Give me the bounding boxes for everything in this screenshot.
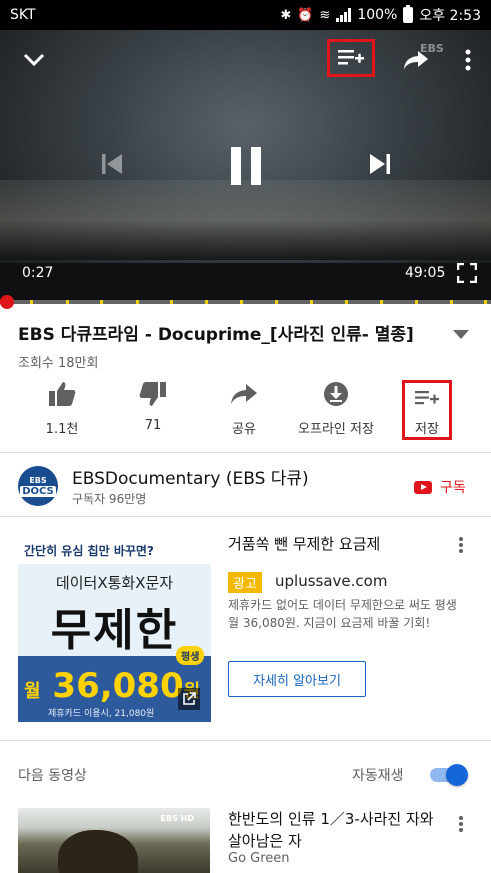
status-bar: SKT ✱ ⏰ ≋ 100% 오후 2:53 (0, 0, 491, 30)
dislike-button[interactable]: 71 (103, 378, 203, 433)
bluetooth-icon: ✱ (280, 7, 292, 23)
ad-image-price: 월 36,080원 (24, 666, 200, 706)
ad-marker (100, 300, 103, 304)
previous-icon[interactable] (96, 148, 128, 180)
video-title[interactable]: EBS 다큐프라임 - Docuprime_[사라진 인류- 멸종] (18, 320, 438, 345)
ad-marker (484, 300, 487, 304)
youtube-play-icon (414, 480, 432, 494)
ad-domain: uplussave.com (275, 572, 388, 590)
more-options-icon[interactable] (456, 44, 480, 76)
ad-marker (310, 300, 313, 304)
ad-image[interactable]: 간단히 유심 칩만 바꾸면? 데이터X통화X문자 무제한 평생 월 36,080… (18, 534, 211, 722)
ad-marker (240, 300, 243, 304)
status-icons: ✱ ⏰ ≋ 100% 오후 2:53 (280, 5, 481, 25)
clock: 오후 2:53 (419, 8, 481, 24)
ad-marker (380, 300, 383, 304)
ad-marker (30, 300, 33, 304)
save-label: 저장 (415, 422, 439, 437)
thumbnail-tag: EBS HD (160, 814, 194, 823)
offline-save-label: 오프라인 저장 (298, 422, 374, 437)
next-video-title[interactable]: 한반도의 인류 1／3-사라진 자와 살아남은 자 (228, 808, 448, 852)
external-link-icon[interactable] (178, 688, 200, 710)
current-time: 0:27 (22, 265, 54, 281)
up-next-label: 다음 동영상 (18, 768, 87, 784)
pause-button[interactable] (222, 140, 270, 192)
share-icon[interactable] (400, 44, 432, 76)
alarm-icon: ⏰ (297, 7, 314, 23)
minimize-chevron-icon[interactable] (18, 44, 50, 76)
video-player[interactable]: EBS 0:27 49:05 (0, 30, 491, 303)
save-to-playlist-button[interactable]: 저장 (402, 380, 452, 440)
action-row: 1.1천 71 공유 오프라인 저장 저장 (0, 378, 491, 448)
next-video-channel: Go Green (228, 851, 290, 866)
next-icon[interactable] (364, 148, 396, 180)
fullscreen-icon[interactable] (454, 260, 480, 286)
share-label: 공유 (232, 422, 256, 437)
like-count: 1.1천 (45, 422, 79, 437)
share-button[interactable]: 공유 (194, 378, 294, 437)
carrier-label: SKT (10, 7, 36, 23)
ad-image-sub: 데이터X통화X문자 (55, 574, 174, 592)
ad-marker (205, 300, 208, 304)
ad-marker (415, 300, 418, 304)
like-button[interactable]: 1.1천 (12, 378, 112, 437)
thumbnail-figure (58, 830, 138, 873)
divider (0, 452, 491, 453)
ad-title[interactable]: 거품쏙 뺀 무제한 요금제 (228, 533, 380, 554)
playlist-add-icon (415, 390, 439, 404)
battery-percent: 100% (357, 7, 398, 23)
next-video-more-options-icon[interactable] (458, 815, 474, 835)
ad-image-fine-print: 제휴카드 이용시, 21,080원 (48, 709, 155, 719)
subscribe-button[interactable]: 구독 (414, 477, 466, 497)
download-icon (324, 382, 348, 406)
dislike-count: 71 (144, 418, 162, 433)
ad-marker (450, 300, 453, 304)
ad-more-options-icon[interactable] (458, 536, 474, 556)
autoplay-toggle[interactable] (430, 764, 468, 786)
ad-marker (66, 300, 69, 304)
pause-icon (231, 147, 261, 185)
video-frame-sky (0, 180, 491, 260)
subscriber-count: 구독자 96만명 (72, 492, 147, 506)
duration: 49:05 (405, 265, 446, 281)
ad-description: 제휴카드 없어도 데이터 무제한으로 써도 평생 월 36,080원. 지금이 … (228, 598, 457, 630)
playlist-add-icon (338, 50, 364, 65)
ad-marker (170, 300, 173, 304)
add-to-playlist-button[interactable] (327, 39, 375, 77)
thumbs-down-icon (139, 382, 166, 406)
battery-icon (403, 5, 414, 23)
ad-marker (345, 300, 348, 304)
ad-learn-more-button[interactable]: 자세히 알아보기 (228, 661, 366, 697)
autoplay-toggle-thumb (446, 764, 468, 786)
thumbs-up-icon (49, 382, 76, 406)
seek-bar-handle[interactable] (0, 295, 14, 309)
ad-image-headline: 간단히 유심 칩만 바꾸면? (24, 544, 154, 558)
share-arrow-icon (231, 384, 257, 404)
next-video-thumbnail[interactable]: EBS HD (18, 808, 210, 873)
channel-avatar[interactable]: EBS DOCS (18, 466, 58, 506)
ad-badge: 광고 (228, 572, 262, 593)
ad-image-pill: 평생 (176, 646, 205, 665)
ad-marker (275, 300, 278, 304)
wifi-icon: ≋ (319, 7, 331, 23)
expand-description-icon[interactable] (452, 325, 472, 339)
signal-icon (336, 8, 352, 22)
ad-marker (136, 300, 139, 304)
view-count: 조회수 18만회 (18, 356, 99, 371)
offline-save-button[interactable]: 오프라인 저장 (286, 378, 386, 437)
divider (0, 740, 491, 741)
seek-bar[interactable] (0, 295, 491, 309)
autoplay-label: 자동재생 (352, 768, 404, 784)
channel-name[interactable]: EBSDocumentary (EBS 다큐) (72, 464, 309, 489)
subscribe-label: 구독 (440, 480, 466, 496)
divider (0, 516, 491, 517)
